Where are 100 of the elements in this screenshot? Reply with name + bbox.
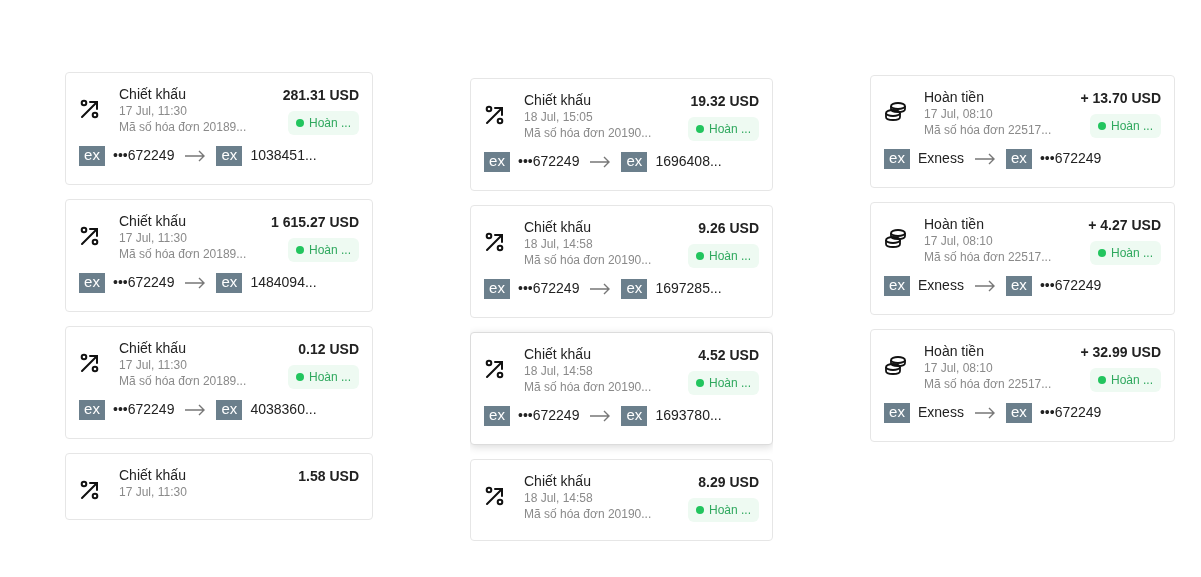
source-account: •••672249: [518, 279, 580, 298]
right-arrow-icon: [973, 152, 996, 165]
transaction-card[interactable]: Chiết khấu 17 Jul, 11:30 Mã số hóa đơn 20189... 0.12 USD Hoàn ... ex •••672249 ex 4038360...: [65, 326, 373, 439]
percent-arrow-icon: [484, 231, 506, 253]
account-logo: ex: [884, 402, 910, 423]
right-arrow-icon: [973, 406, 996, 419]
account-logo: ex: [484, 278, 510, 299]
percent-arrow-icon: [484, 104, 506, 126]
source-account: Exness: [918, 149, 964, 168]
destination-account: 4038360...: [250, 400, 317, 419]
transaction-type: Hoàn tiền: [924, 88, 985, 106]
right-arrow-icon: [589, 155, 612, 168]
amount: 4.52 USD: [698, 346, 759, 365]
destination-account: •••672249: [1039, 149, 1102, 168]
amount: 281.31 USD: [282, 86, 359, 105]
transaction-card[interactable]: Hoàn tiền 17 Jul, 08:10 Mã số hóa đơn 22517... + 4.27 USD Hoàn ... ex Exness ex •••672249: [870, 202, 1175, 315]
source-account: •••672249: [518, 406, 580, 425]
status-badge: Hoàn ...: [1089, 368, 1161, 392]
amount: + 32.99 USD: [1080, 343, 1161, 362]
transaction-date: 18 Jul, 14:58: [524, 490, 594, 506]
transaction-type: Chiết khấu: [524, 218, 592, 236]
account-logo: ex: [884, 148, 910, 169]
percent-arrow-icon: [79, 98, 101, 120]
coins-icon: [884, 355, 908, 377]
status-badge: Hoàn ...: [687, 498, 759, 522]
transaction-date: 18 Jul, 14:58: [524, 363, 594, 379]
percent-arrow-icon: [79, 479, 101, 501]
source-account: •••672249: [113, 273, 175, 292]
amount: + 13.70 USD: [1080, 89, 1161, 108]
account-logo: ex: [484, 151, 510, 172]
percent-arrow-icon: [79, 352, 101, 374]
percent-arrow-icon: [484, 358, 506, 380]
account-logo: ex: [216, 399, 243, 420]
transaction-date: 17 Jul, 11:30: [119, 230, 188, 246]
destination-account: 1038451...: [250, 146, 317, 165]
amount: 1 615.27 USD: [271, 213, 359, 232]
percent-arrow-icon: [484, 485, 506, 507]
right-arrow-icon: [184, 276, 207, 289]
destination-account: 1693780...: [655, 406, 722, 425]
invoice-number: Mã số hóa đơn 20190...: [524, 125, 653, 141]
source-account: •••672249: [113, 400, 175, 419]
amount: 19.32 USD: [690, 92, 759, 111]
account-logo: ex: [1005, 148, 1032, 169]
transaction-type: Chiết khấu: [119, 212, 187, 230]
destination-account: 1697285...: [655, 279, 722, 298]
invoice-number: Mã số hóa đơn 20190...: [524, 379, 653, 395]
transaction-date: 18 Jul, 14:58: [524, 236, 594, 252]
right-arrow-icon: [589, 282, 612, 295]
invoice-number: Mã số hóa đơn 20189...: [119, 373, 248, 389]
transaction-type: Chiết khấu: [119, 339, 187, 357]
status-badge: Hoàn ...: [287, 365, 359, 389]
transaction-card[interactable]: Chiết khấu 18 Jul, 14:58 Mã số hóa đơn 20190... 8.29 USD Hoàn ...: [470, 459, 773, 541]
transaction-card[interactable]: Chiết khấu 17 Jul, 11:30 1.58 USD: [65, 453, 373, 520]
account-logo: ex: [79, 272, 105, 293]
status-badge: Hoàn ...: [287, 111, 359, 135]
status-badge: Hoàn ...: [687, 244, 759, 268]
invoice-number: Mã số hóa đơn 22517...: [924, 122, 1053, 138]
coins-icon: [884, 101, 908, 123]
transaction-card[interactable]: Hoàn tiền 17 Jul, 08:10 Mã số hóa đơn 22517... + 13.70 USD Hoàn ... ex Exness ex •••672249: [870, 75, 1175, 188]
invoice-number: Mã số hóa đơn 22517...: [924, 249, 1053, 265]
destination-account: •••672249: [1039, 276, 1102, 295]
invoice-number: Mã số hóa đơn 20190...: [524, 506, 653, 522]
status-badge: Hoàn ...: [687, 117, 759, 141]
source-account: •••672249: [113, 146, 175, 165]
transaction-date: 17 Jul, 11:30: [119, 357, 188, 373]
transaction-type: Chiết khấu: [524, 345, 592, 363]
invoice-number: Mã số hóa đơn 20190...: [524, 252, 653, 268]
invoice-number: Mã số hóa đơn 20189...: [119, 246, 248, 262]
transaction-card[interactable]: Chiết khấu 18 Jul, 14:58 Mã số hóa đơn 20190... 4.52 USD Hoàn ... ex •••672249 ex 1693780...: [470, 332, 773, 445]
transaction-card[interactable]: Chiết khấu 18 Jul, 14:58 Mã số hóa đơn 20190... 9.26 USD Hoàn ... ex •••672249 ex 1697285...: [470, 205, 773, 318]
transaction-card[interactable]: Hoàn tiền 17 Jul, 08:10 Mã số hóa đơn 22517... + 32.99 USD Hoàn ... ex Exness ex •••672249: [870, 329, 1175, 442]
amount: + 4.27 USD: [1088, 216, 1161, 235]
status-badge: Hoàn ...: [1089, 114, 1161, 138]
transaction-card[interactable]: Chiết khấu 17 Jul, 11:30 Mã số hóa đơn 20189... 1 615.27 USD Hoàn ... ex •••672249 ex 1484094...: [65, 199, 373, 312]
transaction-date: 17 Jul, 08:10: [924, 360, 994, 376]
status-badge: Hoàn ...: [1089, 241, 1161, 265]
account-logo: ex: [79, 399, 105, 420]
account-logo: ex: [216, 145, 243, 166]
status-badge: Hoàn ...: [687, 371, 759, 395]
account-logo: ex: [1005, 275, 1032, 296]
right-arrow-icon: [973, 279, 996, 292]
amount: 9.26 USD: [698, 219, 759, 238]
source-account: Exness: [918, 276, 964, 295]
destination-account: 1484094...: [250, 273, 317, 292]
status-badge: Hoàn ...: [287, 238, 359, 262]
percent-arrow-icon: [79, 225, 101, 247]
transaction-date: 17 Jul, 08:10: [924, 106, 994, 122]
transaction-date: 18 Jul, 15:05: [524, 109, 594, 125]
invoice-number: Mã số hóa đơn 20189...: [119, 119, 248, 135]
transaction-date: 17 Jul, 11:30: [119, 484, 188, 500]
account-logo: ex: [79, 145, 105, 166]
account-logo: ex: [621, 405, 648, 426]
transaction-card[interactable]: Chiết khấu 18 Jul, 15:05 Mã số hóa đơn 20190... 19.32 USD Hoàn ... ex •••672249 ex 1696408...: [470, 78, 773, 191]
right-arrow-icon: [184, 149, 207, 162]
transaction-type: Chiết khấu: [119, 85, 187, 103]
transaction-card[interactable]: Chiết khấu 17 Jul, 11:30 Mã số hóa đơn 20189... 281.31 USD Hoàn ... ex •••672249 ex 1038451...: [65, 72, 373, 185]
account-logo: ex: [216, 272, 243, 293]
destination-account: •••672249: [1039, 403, 1102, 422]
amount: 1.58 USD: [298, 467, 359, 486]
source-account: Exness: [918, 403, 964, 422]
